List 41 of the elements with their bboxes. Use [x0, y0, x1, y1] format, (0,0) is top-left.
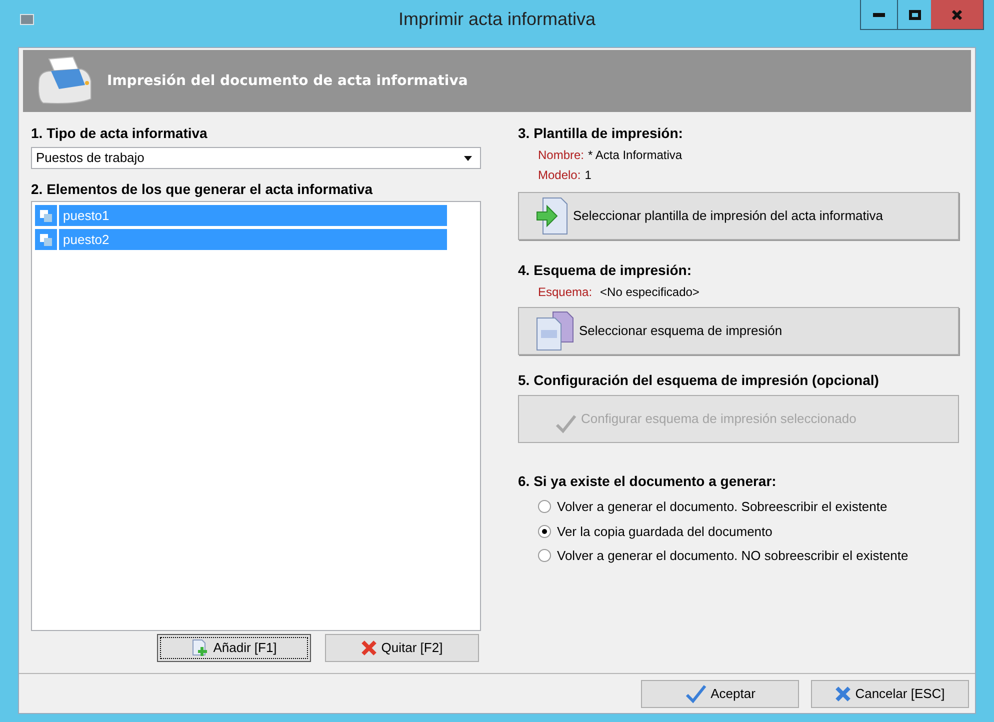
radio-button[interactable]: [538, 524, 551, 538]
maximize-icon: [908, 10, 920, 20]
remove-button[interactable]: Quitar [F2]: [325, 634, 479, 662]
radio-button[interactable]: [538, 500, 551, 514]
type-dropdown[interactable]: Puestos de trabajo: [31, 147, 481, 169]
radio-option[interactable]: Ver la copia guardada del documento: [538, 522, 959, 541]
section-heading: 1. Tipo de acta informativa: [31, 124, 208, 143]
cancel-button[interactable]: Cancelar [ESC]: [811, 680, 969, 708]
radio-option[interactable]: Volver a generar el documento. Sobreescribir el existente: [538, 497, 959, 516]
minimize-icon: [873, 12, 885, 16]
field-label: Nombre:: [538, 147, 584, 164]
section-heading: 2. Elementos de los que generar el acta informativa: [31, 180, 374, 199]
add-button[interactable]: Añadir [F1]: [157, 634, 311, 662]
radio-button[interactable]: [538, 549, 551, 562]
window-stack-icon: [39, 208, 53, 222]
documents-icon: [535, 310, 575, 352]
field-label: Modelo:: [538, 167, 581, 184]
section-heading: 4. Esquema de impresión:: [518, 261, 692, 280]
action-button[interactable]: Seleccionar esquema de impresión: [518, 307, 959, 355]
field-value: * Acta Informativa: [588, 147, 682, 164]
radio-option[interactable]: Volver a generar el documento. NO sobreescribir el existente: [538, 546, 959, 566]
field-value: <No especificado>: [600, 284, 700, 301]
section-heading: 6. Si ya existe el documento a generar:: [518, 472, 778, 491]
close-icon: [951, 8, 963, 20]
section-heading: 3. Plantilla de impresión:: [518, 124, 684, 143]
action-button[interactable]: Seleccionar plantilla de impresión del acta informativa: [518, 192, 959, 240]
check-icon: [684, 682, 707, 704]
field-value: 1: [584, 167, 592, 184]
window-stack-icon: [39, 232, 53, 246]
document-arrow-icon: [535, 196, 569, 236]
close-icon: [835, 686, 852, 702]
window-title: Imprimir acta informativa: [397, 8, 597, 31]
field-label: Esquema:: [538, 284, 592, 301]
close-icon: [361, 640, 378, 656]
close-button[interactable]: [931, 0, 983, 29]
section-heading: 5. Configuración del esquema de impresión (opcional): [518, 371, 880, 390]
accept-button[interactable]: Aceptar: [641, 680, 799, 708]
header-title: Impresión del documento de acta informativa: [107, 72, 468, 90]
app-icon: [20, 14, 34, 24]
check-icon: [555, 413, 577, 435]
document-plus-icon: [191, 639, 210, 657]
